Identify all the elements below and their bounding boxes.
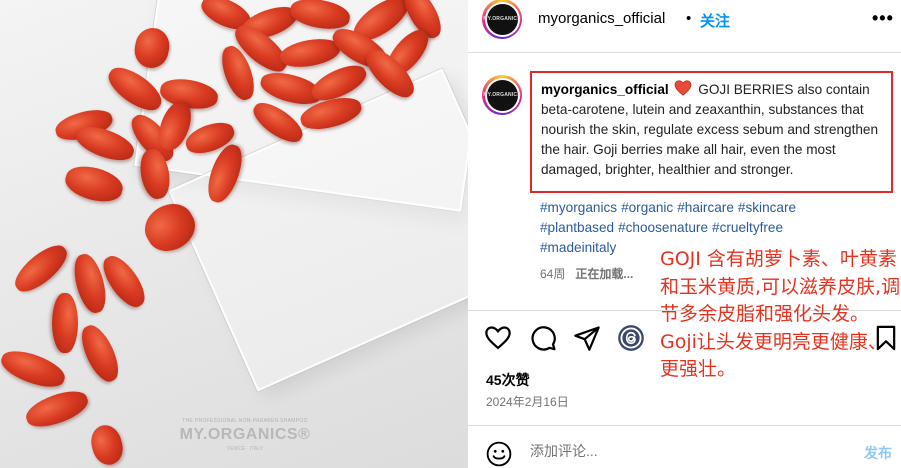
threads-share-icon[interactable] [617, 324, 645, 352]
loading-text: 正在加载... [575, 267, 634, 281]
hashtag-link[interactable]: #organic [621, 200, 673, 215]
hashtag-link[interactable]: #skincare [738, 200, 796, 215]
goji-berry [0, 344, 69, 394]
goji-berry [87, 421, 127, 468]
goji-berry [52, 293, 78, 353]
hashtag-link[interactable]: #plantbased [540, 220, 614, 235]
goji-berry [8, 238, 74, 299]
post-comment-button[interactable]: 发布 [864, 443, 892, 463]
post-side-panel: MY.ORGANICS myorganics_official • 关注 •••… [468, 0, 901, 468]
hashtag-link[interactable]: #haircare [677, 200, 734, 215]
logo-text: MY.ORGANICS® [179, 426, 311, 443]
emoji-icon[interactable] [486, 441, 512, 467]
post-image[interactable]: THE PROFESSIONAL NON-PARABEN SHAMPOO MY.… [0, 0, 468, 468]
comment-icon[interactable] [529, 324, 557, 352]
comment-input[interactable] [530, 443, 830, 459]
separator-dot: • [686, 10, 692, 27]
follow-button[interactable]: 关注 [700, 10, 730, 31]
post-age: 64周 [540, 267, 566, 281]
avatar-text: MY.ORGANICS [483, 16, 521, 22]
like-heart-icon[interactable] [484, 324, 512, 352]
brand-logo: THE PROFESSIONAL NON-PARABEN SHAMPOO MY.… [170, 418, 320, 452]
heart-emoji-icon [675, 80, 692, 96]
annotation-note: GOJI 含有胡萝卜素、叶黄素和玉米黄质,可以滋养皮肤,调节多余皮脂和强化头发。… [660, 248, 901, 380]
post-header: MY.ORGANICS myorganics_official • 关注 ••• [468, 0, 901, 39]
more-options-icon[interactable]: ••• [872, 8, 894, 29]
logo-subtitle: VENICE · ITALY [226, 446, 264, 452]
share-icon[interactable] [573, 324, 601, 352]
header-username[interactable]: myorganics_official [538, 10, 665, 27]
caption-highlight-box: myorganics_official GOJI BERRIES also co… [530, 71, 893, 193]
goji-berry [75, 320, 125, 387]
avatar-text: MY.ORGANICS [483, 92, 521, 98]
hashtag-link[interactable]: #choosenature [618, 220, 708, 235]
goji-berry [22, 384, 92, 434]
like-count[interactable]: 45次赞 [486, 370, 530, 390]
goji-berry [61, 161, 127, 207]
profile-avatar[interactable]: MY.ORGANICS [482, 0, 522, 39]
comment-bar: 发布 [468, 432, 901, 468]
caption-avatar[interactable]: MY.ORGANICS [482, 75, 522, 115]
post-date: 2024年2月16日 [486, 395, 569, 409]
hashtag-link[interactable]: #crueltyfree [712, 220, 783, 235]
hashtag-link[interactable]: #madeinitaly [540, 240, 616, 255]
logo-tagline: THE PROFESSIONAL NON-PARABEN SHAMPOO [182, 418, 308, 424]
divider [468, 425, 901, 426]
divider [468, 52, 901, 53]
hashtag-link[interactable]: #myorganics [540, 200, 617, 215]
caption-username[interactable]: myorganics_official [541, 82, 669, 97]
caption-meta: 64周 正在加载... [540, 265, 633, 282]
